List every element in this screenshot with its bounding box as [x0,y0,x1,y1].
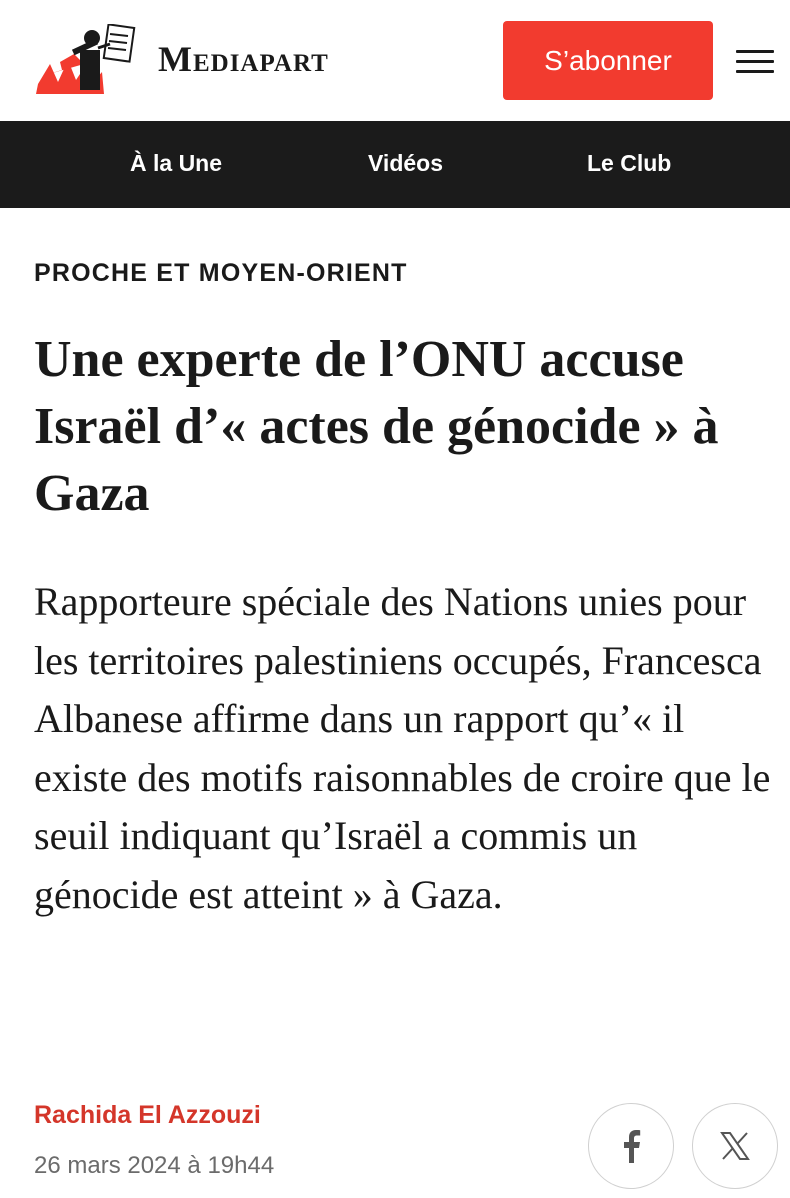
nav-item-videos[interactable]: Vidéos [368,121,443,208]
article-lead: Rapporteure spéciale des Nations unies p… [34,579,771,917]
x-share-button[interactable] [692,1103,778,1189]
subscribe-button[interactable]: S’abonner [503,21,713,100]
site-header: Mediapart S’abonner [0,0,790,121]
article-category[interactable]: PROCHE ET MOYEN-ORIENT [34,259,408,288]
main-nav: À la Une Vidéos Le Club [0,121,790,208]
nav-item-a-la-une[interactable]: À la Une [130,121,222,208]
mediapart-logo-icon[interactable] [32,24,144,94]
article-title: Une experte de l’ONU accuse Israël d’« a… [34,331,719,522]
logo-wordmark[interactable]: Mediapart [158,38,329,80]
facebook-share-button[interactable] [588,1103,674,1189]
article-date: 26 mars 2024 à 19h44 [34,1152,275,1179]
x-icon [720,1132,750,1160]
facebook-icon [624,1130,641,1163]
nav-item-le-club[interactable]: Le Club [587,121,671,208]
hamburger-icon[interactable] [736,48,774,76]
article-author[interactable]: Rachida El Azzouzi [34,1101,261,1130]
